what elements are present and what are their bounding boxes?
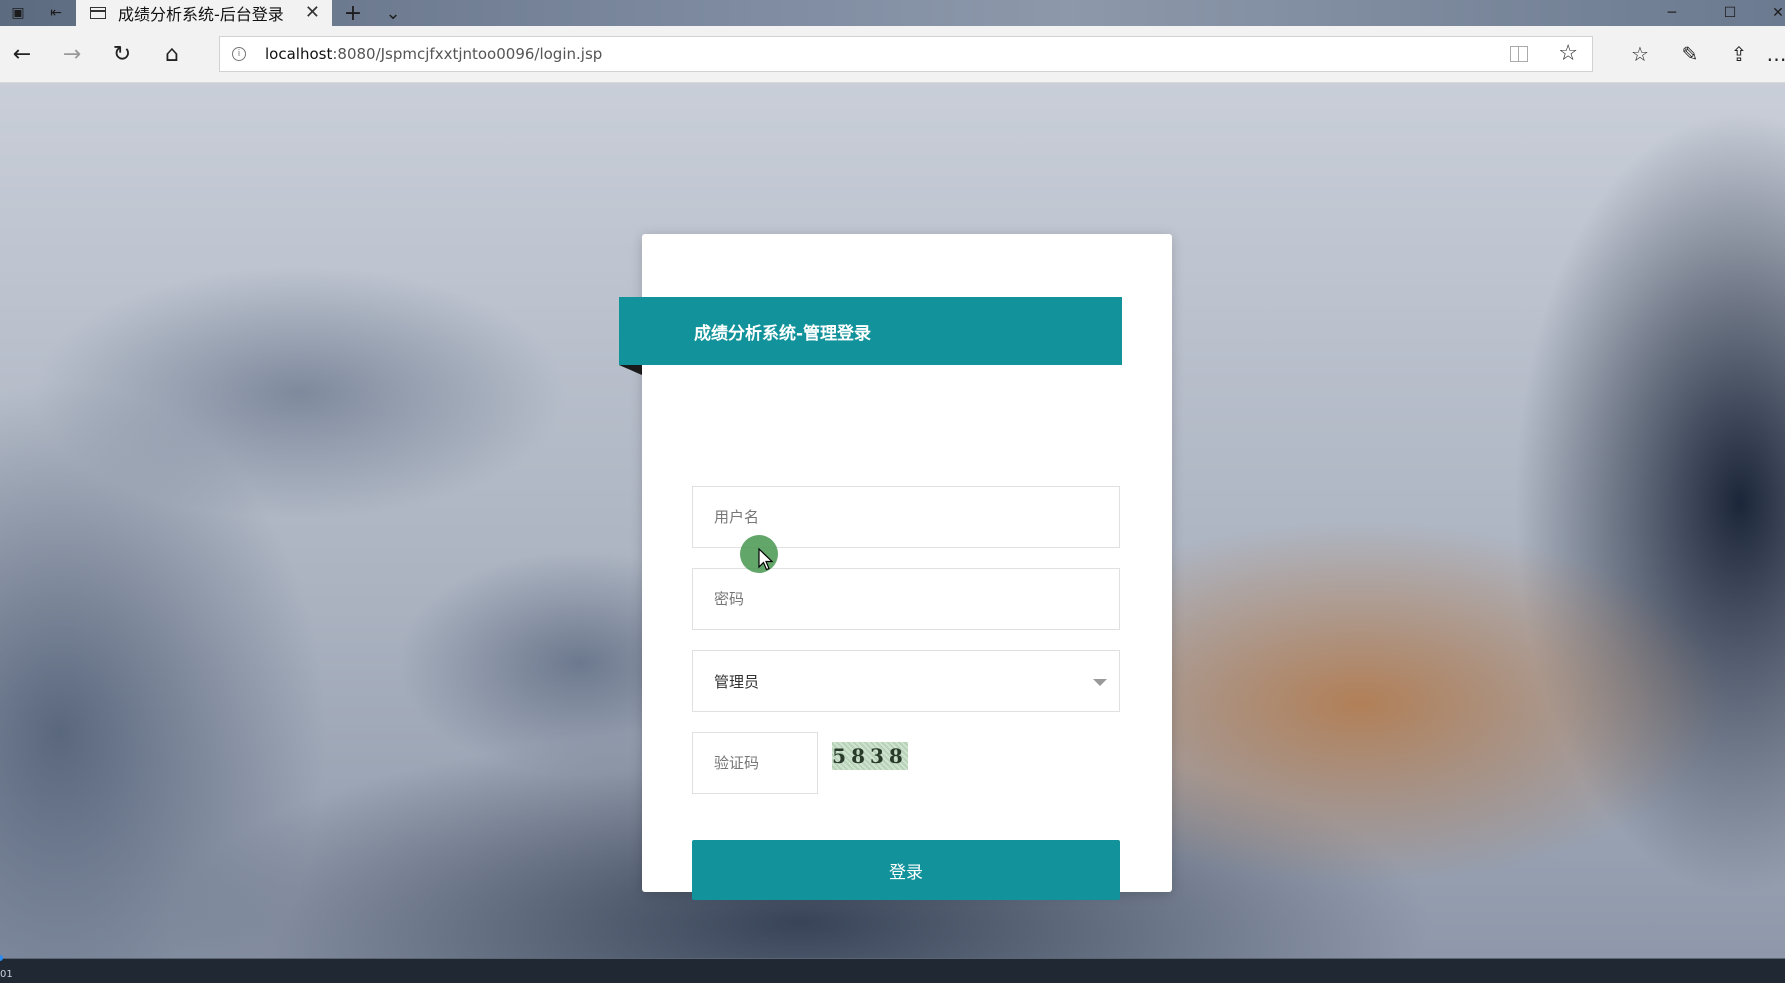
timeline-time: 01	[0, 969, 13, 980]
maximize-icon[interactable]: ☐	[1710, 0, 1750, 26]
browser-window: ▣ ⇤ 成绩分析系统-后台登录 ✕ + ⌄ ─ ☐ ✕ ← → ↻ ⌂ i lo…	[0, 0, 1785, 983]
favorite-star-icon[interactable]: ☆	[1558, 41, 1578, 66]
home-icon[interactable]: ⌂	[155, 38, 189, 70]
login-title: 成绩分析系统-管理登录	[694, 323, 872, 344]
favorites-list-icon[interactable]: ☆	[1622, 38, 1658, 70]
tab-close-icon[interactable]: ✕	[305, 2, 320, 23]
navigation-bar: ← → ↻ ⌂ i localhost:8080/Jspmcjfxxtjntoo…	[0, 26, 1785, 83]
login-button[interactable]: 登录	[692, 840, 1120, 900]
tab-overview-icon[interactable]: ▣	[0, 0, 36, 26]
forward-icon[interactable]: →	[55, 38, 89, 70]
captcha-image[interactable]: 5838	[832, 742, 908, 770]
url-path: :8080/Jspmcjfxxtjntoo0096/login.jsp	[332, 45, 603, 63]
reading-view-icon[interactable]	[1510, 46, 1528, 62]
role-select[interactable]: 管理员	[692, 650, 1120, 712]
captcha-input[interactable]	[693, 733, 817, 793]
password-input[interactable]	[693, 569, 1119, 629]
site-info-icon[interactable]: i	[232, 47, 246, 61]
url-host: localhost	[265, 45, 333, 63]
role-select-value[interactable]: 管理员	[693, 651, 1119, 711]
timeline-track[interactable]	[0, 958, 1785, 959]
tab-title: 成绩分析系统-后台登录	[118, 5, 284, 24]
minimize-icon[interactable]: ─	[1652, 0, 1692, 26]
captcha-field[interactable]	[692, 732, 818, 794]
timeline-playhead[interactable]	[0, 955, 3, 961]
more-icon[interactable]: …	[1768, 38, 1785, 70]
tab-login[interactable]: 成绩分析系统-后台登录 ✕	[76, 0, 332, 26]
header-fold-decoration	[619, 365, 642, 375]
tab-bar: ▣ ⇤ 成绩分析系统-后台登录 ✕ + ⌄ ─ ☐ ✕	[0, 0, 1785, 26]
url-text[interactable]: localhost:8080/Jspmcjfxxtjntoo0096/login…	[265, 45, 602, 63]
share-icon[interactable]: ⇪	[1721, 38, 1757, 70]
back-icon[interactable]: ←	[5, 38, 39, 70]
password-field[interactable]	[692, 568, 1120, 630]
refresh-icon[interactable]: ↻	[105, 38, 139, 70]
video-timeline[interactable]: 01	[0, 955, 1785, 983]
login-header: 成绩分析系统-管理登录	[619, 297, 1122, 375]
web-note-pen-icon[interactable]: ✎	[1672, 38, 1708, 70]
address-bar[interactable]: i localhost:8080/Jspmcjfxxtjntoo0096/log…	[219, 36, 1593, 72]
login-card: 成绩分析系统-管理登录 管理员 5838 登录	[619, 234, 1172, 900]
close-window-icon[interactable]: ✕	[1758, 0, 1785, 26]
new-tab-icon[interactable]: +	[335, 0, 371, 26]
chevron-down-icon[interactable]	[1093, 679, 1107, 686]
set-aside-tabs-icon[interactable]: ⇤	[38, 0, 74, 26]
tab-list-chevron-icon[interactable]: ⌄	[375, 0, 411, 26]
page-viewport: 成绩分析系统-管理登录 管理员 5838 登录	[0, 83, 1785, 958]
page-icon	[90, 7, 106, 19]
